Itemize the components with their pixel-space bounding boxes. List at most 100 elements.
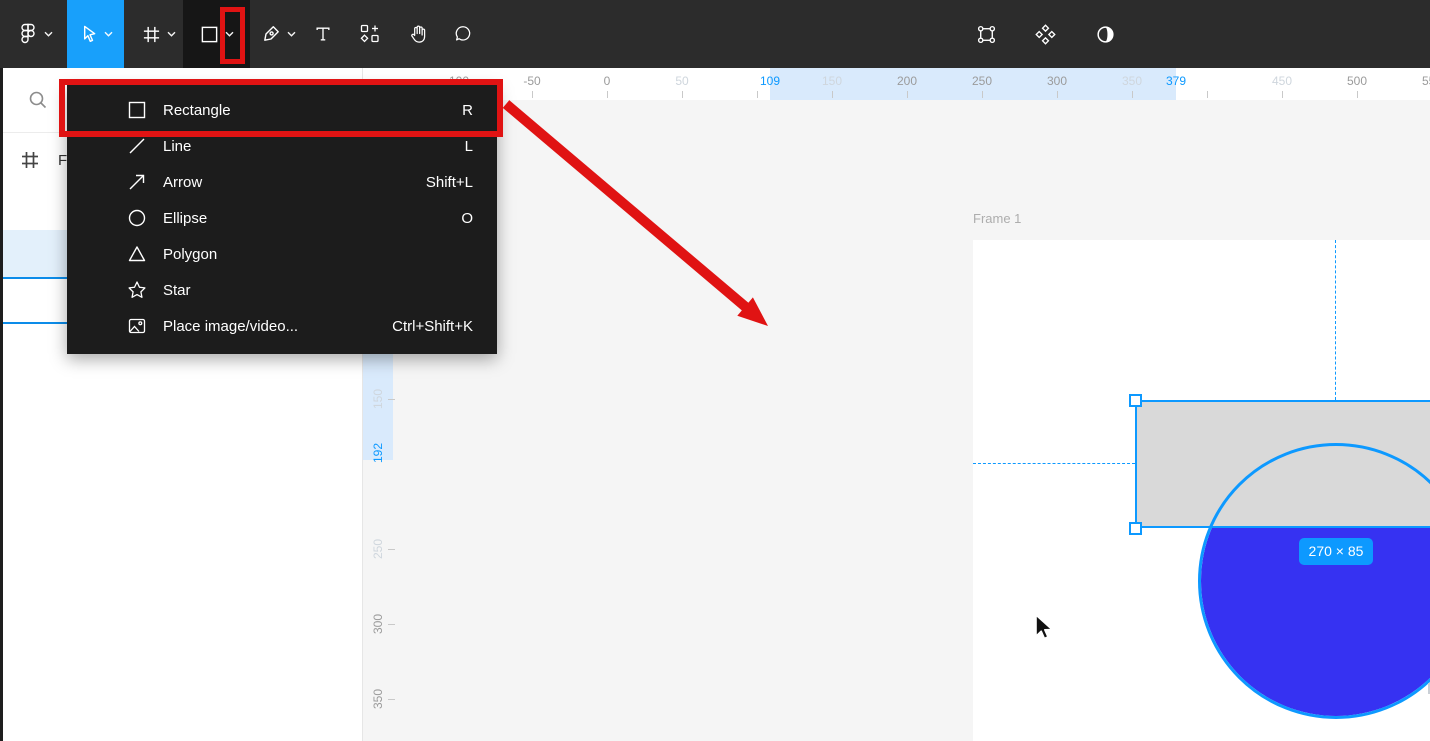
move-tool-button[interactable] [67,0,124,68]
chevron-down-icon [44,31,53,37]
chevron-down-icon[interactable] [225,31,234,37]
mouse-cursor [1029,612,1057,647]
menu-item-shortcut: L [465,138,473,155]
horizontal-ruler[interactable]: -100-50050109150200250300350379450500550 [363,68,1430,100]
text-tool-icon [314,25,332,43]
pen-tool-button[interactable] [252,0,304,68]
h-ruler-label: 50 [658,74,706,88]
shape-tool-button[interactable] [183,0,250,68]
text-tool-button[interactable] [304,0,342,68]
h-ruler-label: 200 [883,74,931,88]
mask-button[interactable] [1082,0,1128,68]
h-ruler-label: -50 [508,74,556,88]
h-ruler-tick [1207,91,1208,98]
h-ruler-tick [1132,91,1133,98]
frame-tool-button[interactable] [135,0,183,68]
v-ruler-tick [388,624,395,625]
menu-item-arrow[interactable]: Arrow Shift+L [67,164,497,200]
menu-item-ellipse[interactable]: Ellipse O [67,200,497,236]
v-ruler-tick [388,549,395,550]
h-ruler-tick [607,91,608,98]
menu-item-shortcut: Shift+L [426,174,473,191]
component-icon [1035,24,1056,45]
arrow-icon [127,172,151,192]
chevron-down-icon [167,31,176,37]
v-ruler-label: 250 [371,533,385,565]
shape-tools-menu: Rectangle R Line L Arrow Shift+L Ellipse… [67,85,497,354]
v-ruler-label: 350 [371,683,385,715]
v-ruler-label: 150 [371,383,385,415]
h-ruler-label: 0 [583,74,631,88]
menu-item-label: Arrow [163,174,202,191]
h-ruler-tick [907,91,908,98]
menu-item-shortcut: R [462,102,473,119]
comment-icon [453,24,473,44]
resize-handle-top-left[interactable] [1129,394,1142,407]
figma-logo-icon [18,23,38,45]
toolbar [0,0,1430,68]
pen-tool-icon [261,24,281,44]
h-ruler-tick [532,91,533,98]
h-ruler-tick [757,91,758,98]
main-menu-button[interactable] [8,0,62,68]
alignment-guide-horizontal [973,463,1135,464]
v-ruler-tick [388,699,395,700]
menu-item-star[interactable]: Star [67,272,497,308]
h-ruler-tick [1057,91,1058,98]
edit-object-button[interactable] [965,0,1007,68]
menu-item-place-image[interactable]: Place image/video... Ctrl+Shift+K [67,308,497,344]
frame-tool-icon [142,25,161,44]
move-cursor-icon [79,24,98,44]
resources-tool-button[interactable] [348,0,392,68]
ellipse-icon [127,208,151,228]
frame-title[interactable]: Frame 1 [973,211,1021,226]
resize-handle-bottom-left[interactable] [1129,522,1142,535]
h-ruler-label: 450 [1258,74,1306,88]
menu-item-line[interactable]: Line L [67,128,497,164]
hand-tool-icon [408,23,429,45]
comment-tool-button[interactable] [440,0,486,68]
hand-tool-button[interactable] [396,0,440,68]
edit-object-icon [976,24,997,45]
menu-item-shortcut: Ctrl+Shift+K [392,318,473,335]
frame-layer-icon [20,150,40,170]
menu-item-label: Ellipse [163,210,207,227]
h-ruler-label: 500 [1333,74,1381,88]
h-ruler-label: 109 [746,74,794,88]
h-ruler-label: 150 [808,74,856,88]
menu-item-rectangle[interactable]: Rectangle R [67,92,497,128]
menu-item-shortcut: O [461,210,473,227]
alignment-guide-vertical [1335,240,1336,400]
menu-item-label: Rectangle [163,102,231,119]
resources-icon [360,24,380,44]
h-ruler-tick [982,91,983,98]
h-ruler-tick [682,91,683,98]
star-icon [127,280,151,300]
h-ruler-label: 300 [1033,74,1081,88]
menu-item-label: Place image/video... [163,318,298,335]
h-ruler-tick [1357,91,1358,98]
menu-item-label: Line [163,138,191,155]
menu-item-label: Star [163,282,191,299]
v-ruler-tick [388,399,395,400]
h-ruler-tick [1282,91,1283,98]
h-ruler-label: 550 [1408,74,1430,88]
v-ruler-label: 300 [371,608,385,640]
canvas[interactable]: Frame 1 270 × 85 [363,68,1430,741]
h-ruler-tick [832,91,833,98]
rectangle-tool-icon [200,25,219,44]
h-ruler-label: 350 [1108,74,1156,88]
window-left-edge [0,68,3,741]
v-ruler-label: 192 [371,437,385,469]
polygon-icon [127,244,151,264]
selected-rectangle[interactable] [1135,400,1430,528]
mask-icon [1095,24,1116,45]
h-ruler-label: 379 [1152,74,1200,88]
search-icon [28,90,48,110]
menu-item-polygon[interactable]: Polygon [67,236,497,272]
create-component-button[interactable] [1022,0,1068,68]
sidebar-layer-text: F [58,152,67,169]
image-icon [127,316,151,336]
h-ruler-label: 250 [958,74,1006,88]
chevron-down-icon [104,31,113,37]
